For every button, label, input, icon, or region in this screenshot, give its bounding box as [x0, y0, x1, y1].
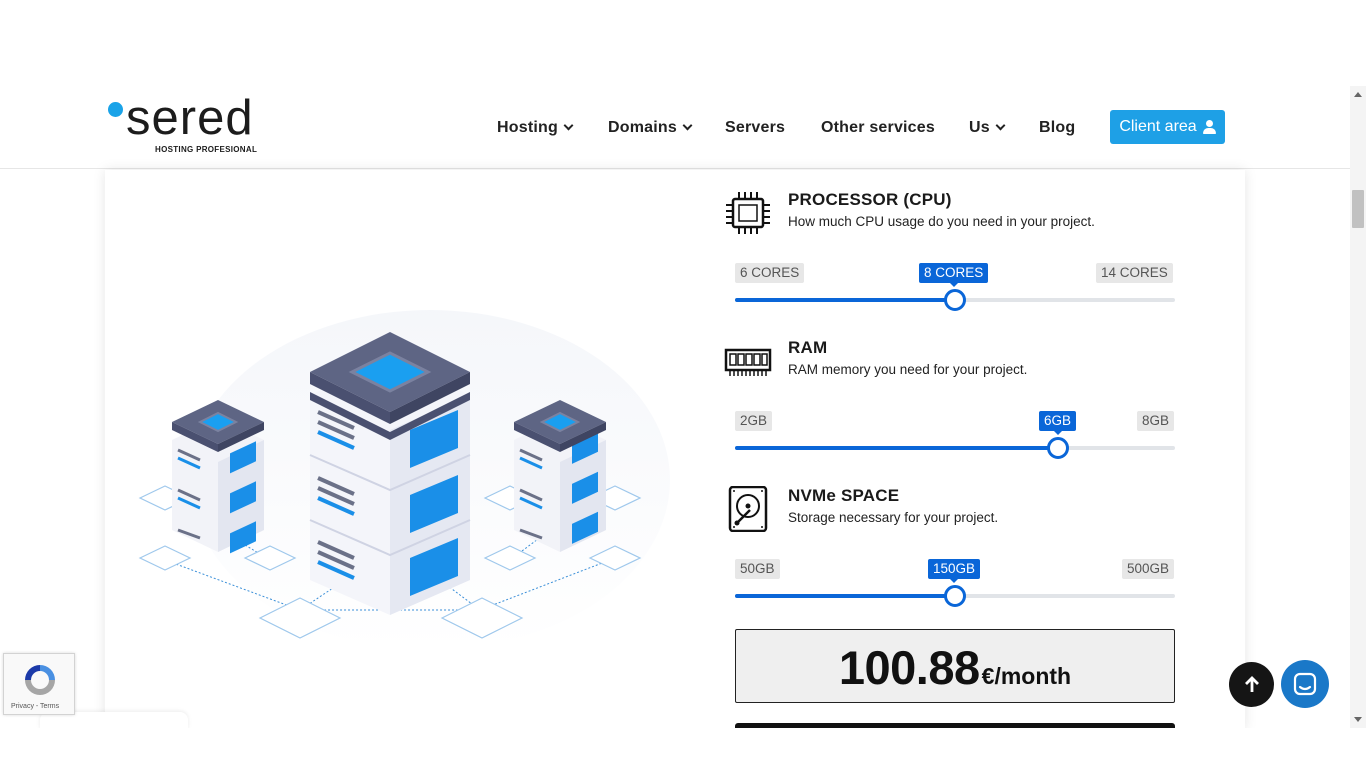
- nav-other-services[interactable]: Other services: [821, 86, 935, 169]
- ram-title: RAM: [788, 338, 828, 357]
- arrow-up-icon: [1244, 675, 1259, 692]
- scroll-up-arrow-icon[interactable]: [1354, 92, 1362, 97]
- cpu-value-label: 8 CORES: [919, 263, 989, 287]
- ram-max-label: 8GB: [1137, 411, 1175, 431]
- storage-description: Storage necessary for your project.: [788, 510, 999, 525]
- nav-hosting[interactable]: Hosting: [497, 86, 574, 169]
- ram-value-label: 6GB: [1039, 411, 1077, 435]
- storage-slider-handle[interactable]: [944, 585, 966, 607]
- nav-blog[interactable]: Blog: [1039, 86, 1075, 169]
- cpu-slider-fill: [735, 298, 955, 302]
- site-header: sered HOSTING PROFESIONAL Hosting Domain…: [0, 86, 1350, 169]
- scroll-down-arrow-icon[interactable]: [1354, 717, 1362, 722]
- recaptcha-links[interactable]: Privacy - Terms: [11, 703, 59, 710]
- price-unit: €/month: [981, 663, 1072, 689]
- back-to-top-button[interactable]: [1229, 662, 1274, 707]
- ram-slider-track[interactable]: [735, 446, 1175, 450]
- nav-hosting-label: Hosting: [497, 118, 558, 136]
- bottom-strip: [0, 728, 1366, 768]
- nav-blog-label: Blog: [1039, 118, 1076, 136]
- logo-word: sered: [126, 91, 254, 145]
- cpu-slider-handle[interactable]: [944, 289, 966, 311]
- storage-slider-fill: [735, 594, 955, 598]
- server-illustration: [138, 310, 670, 650]
- user-icon: [1202, 120, 1216, 134]
- chevron-down-icon: [682, 120, 693, 130]
- client-area-button[interactable]: Client area: [1110, 110, 1225, 144]
- storage-min-label: 50GB: [735, 559, 780, 579]
- nav-domains-label: Domains: [608, 118, 677, 136]
- chevron-down-icon: [563, 120, 574, 130]
- ram-module-icon: [724, 348, 772, 376]
- sered-logo[interactable]: sered HOSTING PROFESIONAL: [108, 94, 278, 156]
- price-amount: 100.88: [838, 641, 980, 694]
- page: sered HOSTING PROFESIONAL Hosting Domain…: [0, 0, 1366, 768]
- nav-us[interactable]: Us: [969, 86, 1006, 169]
- storage-title: NVMe SPACE: [788, 486, 900, 505]
- ram-slider-fill: [735, 446, 1058, 450]
- scrollbar-thumb[interactable]: [1352, 190, 1364, 228]
- cpu-description: How much CPU usage do you need in your p…: [788, 214, 1095, 229]
- logo-dot: [108, 102, 123, 117]
- price-display: 100.88 €/month: [735, 629, 1175, 703]
- client-area-label: Client area: [1119, 118, 1197, 135]
- recaptcha-icon: [25, 665, 55, 695]
- storage-max-label: 500GB: [1122, 559, 1175, 579]
- cpu-chip-icon: [726, 192, 770, 234]
- hard-disk-icon: [728, 486, 768, 532]
- ram-min-label: 2GB: [735, 411, 773, 431]
- ram-slider-handle[interactable]: [1046, 437, 1069, 459]
- nav-servers-label: Servers: [725, 118, 786, 136]
- cpu-title: PROCESSOR (CPU): [788, 190, 952, 209]
- nav-other-services-label: Other services: [821, 118, 935, 136]
- logo-tagline: HOSTING PROFESIONAL: [155, 145, 258, 154]
- ram-description: RAM memory you need for your project.: [788, 362, 1028, 377]
- chat-icon: [1293, 672, 1317, 696]
- chat-launcher-button[interactable]: [1281, 660, 1329, 708]
- cpu-min-label: 6 CORES: [735, 263, 805, 283]
- recaptcha-badge[interactable]: Privacy - Terms: [3, 653, 75, 715]
- nav-domains[interactable]: Domains: [608, 86, 693, 169]
- cpu-max-label: 14 CORES: [1096, 263, 1173, 283]
- storage-value-label: 150GB: [928, 559, 981, 583]
- nav-us-label: Us: [969, 118, 990, 136]
- nav-servers[interactable]: Servers: [725, 86, 785, 169]
- page-scrollbar[interactable]: [1350, 86, 1366, 728]
- chevron-down-icon: [995, 120, 1006, 130]
